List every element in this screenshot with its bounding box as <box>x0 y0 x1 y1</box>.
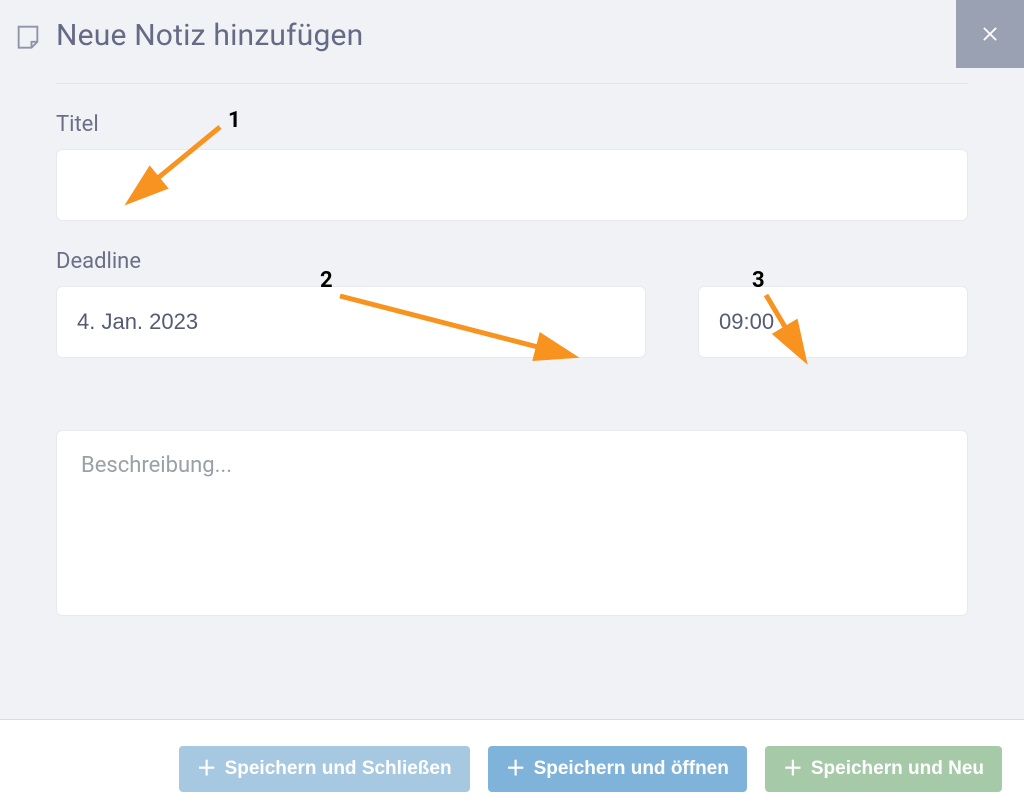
save-open-button[interactable]: ＋ Speichern und öffnen <box>488 746 747 792</box>
annotation-label-1: 1 <box>228 108 241 133</box>
deadline-time-input[interactable] <box>698 286 968 358</box>
modal-header: Neue Notiz hinzufügen <box>0 0 1024 53</box>
save-new-label: Speichern und Neu <box>811 758 984 780</box>
footer: ＋ Speichern und Schließen ＋ Speichern un… <box>0 730 1024 808</box>
save-close-button[interactable]: ＋ Speichern und Schließen <box>179 746 470 792</box>
plus-icon: ＋ <box>197 759 217 779</box>
deadline-date-input[interactable] <box>56 286 646 358</box>
save-open-label: Speichern und öffnen <box>534 758 729 780</box>
note-icon <box>14 22 42 50</box>
description-textarea[interactable] <box>56 430 968 616</box>
annotation-label-3: 3 <box>752 268 765 293</box>
modal-panel: Neue Notiz hinzufügen Titel Deadline . 1 <box>0 0 1024 720</box>
save-new-button[interactable]: ＋ Speichern und Neu <box>765 746 1002 792</box>
annotation-label-2: 2 <box>320 268 333 293</box>
plus-icon: ＋ <box>783 759 803 779</box>
plus-icon: ＋ <box>506 759 526 779</box>
deadline-label: Deadline <box>56 249 646 274</box>
title-input[interactable] <box>56 149 968 221</box>
save-close-label: Speichern und Schließen <box>225 758 452 780</box>
close-button[interactable] <box>956 0 1024 68</box>
modal-title: Neue Notiz hinzufügen <box>56 18 363 53</box>
form: Titel Deadline . <box>0 84 1024 620</box>
title-label: Titel <box>56 112 968 137</box>
close-icon <box>979 23 1001 45</box>
